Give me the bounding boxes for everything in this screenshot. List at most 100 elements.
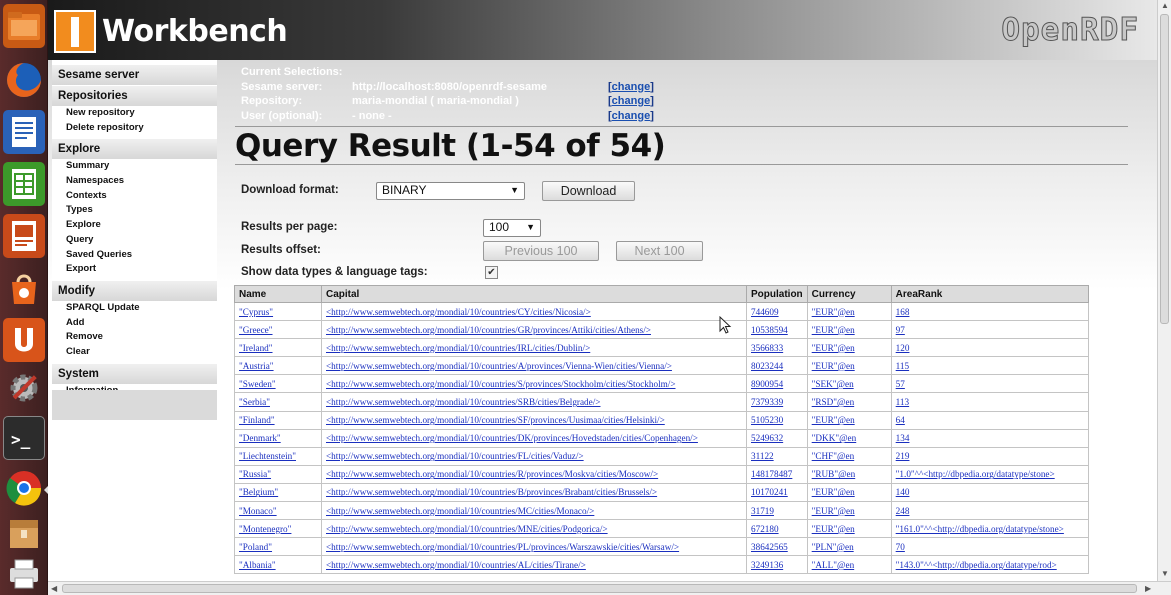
nav-item-summary[interactable]: Summary (52, 159, 217, 174)
nav-item-contexts[interactable]: Contexts (52, 189, 217, 204)
name-link[interactable]: "Albania" (239, 560, 276, 570)
scroll-up-arrow-icon[interactable]: ▲ (1161, 1, 1169, 10)
arearank-link[interactable]: "161.0"^^<http://dbpedia.org/datatype/st… (896, 524, 1064, 534)
capital-link[interactable]: <http://www.semwebtech.org/mondial/10/co… (326, 542, 679, 552)
arearank-link[interactable]: 57 (896, 379, 905, 389)
arearank-link[interactable]: 64 (896, 415, 905, 425)
name-link[interactable]: "Liechtenstein" (239, 451, 296, 461)
nav-item-export[interactable]: Export (52, 262, 217, 277)
printer-icon[interactable] (3, 556, 45, 592)
population-link[interactable]: 10170241 (751, 487, 788, 497)
population-link[interactable]: 10538594 (751, 325, 788, 335)
population-link[interactable]: 38642565 (751, 542, 788, 552)
nav-item-remove[interactable]: Remove (52, 330, 217, 345)
currency-link[interactable]: "SEK"@en (812, 379, 854, 389)
arearank-link[interactable]: 168 (896, 307, 910, 317)
name-link[interactable]: "Monaco" (239, 506, 277, 516)
column-header-currency[interactable]: Currency (806, 285, 892, 303)
name-link[interactable]: "Belgium" (239, 487, 278, 497)
arearank-link[interactable]: 70 (896, 542, 905, 552)
name-link[interactable]: "Greece" (239, 325, 273, 335)
files-icon[interactable] (3, 4, 45, 48)
nav-item-saved-queries[interactable]: Saved Queries (52, 248, 217, 263)
terminal-icon[interactable]: >_ (3, 416, 45, 460)
population-link[interactable]: 744609 (751, 307, 779, 317)
capital-link[interactable]: <http://www.semwebtech.org/mondial/10/co… (326, 487, 657, 497)
name-link[interactable]: "Serbia" (239, 397, 270, 407)
libreoffice-impress-icon[interactable] (3, 214, 45, 258)
nav-item-sparql-update[interactable]: SPARQL Update (52, 301, 217, 316)
population-link[interactable]: 8900954 (751, 379, 783, 389)
nav-item-clear[interactable]: Clear (52, 345, 217, 360)
column-header-population[interactable]: Population (746, 285, 808, 303)
scroll-down-arrow-icon[interactable]: ▼ (1161, 569, 1169, 578)
download-button[interactable]: Download (542, 181, 635, 201)
name-link[interactable]: "Montenegro" (239, 524, 291, 534)
arearank-link[interactable]: 219 (896, 451, 910, 461)
nav-item-query[interactable]: Query (52, 233, 217, 248)
population-link[interactable]: 8023244 (751, 361, 783, 371)
currency-link[interactable]: "EUR"@en (812, 506, 855, 516)
vertical-scroll-thumb[interactable] (1160, 14, 1169, 324)
show-types-checkbox[interactable]: ✔ (485, 266, 498, 279)
capital-link[interactable]: <http://www.semwebtech.org/mondial/10/co… (326, 397, 600, 407)
currency-link[interactable]: "EUR"@en (812, 415, 855, 425)
system-settings-icon[interactable] (3, 366, 45, 410)
next-page-button[interactable]: Next 100 (616, 241, 703, 261)
currency-link[interactable]: "EUR"@en (812, 325, 855, 335)
currency-link[interactable]: "EUR"@en (812, 343, 855, 353)
capital-link[interactable]: <http://www.semwebtech.org/mondial/10/co… (326, 560, 586, 570)
results-per-page-select[interactable]: 100 ▼ (483, 219, 541, 237)
horizontal-scrollbar[interactable]: ◀ ▶ (48, 581, 1171, 595)
population-link[interactable]: 5105230 (751, 415, 783, 425)
column-header-capital[interactable]: Capital (321, 285, 747, 303)
horizontal-scroll-thumb[interactable] (62, 584, 1137, 593)
previous-page-button[interactable]: Previous 100 (483, 241, 599, 261)
population-link[interactable]: 148178487 (751, 469, 792, 479)
population-link[interactable]: 3566833 (751, 343, 783, 353)
nav-item-namespaces[interactable]: Namespaces (52, 174, 217, 189)
capital-link[interactable]: <http://www.semwebtech.org/mondial/10/co… (326, 415, 665, 425)
arearank-link[interactable]: 140 (896, 487, 910, 497)
capital-link[interactable]: <http://www.semwebtech.org/mondial/10/co… (326, 325, 651, 335)
firefox-icon[interactable] (3, 58, 45, 102)
chrome-icon[interactable] (3, 466, 45, 510)
name-link[interactable]: "Ireland" (239, 343, 273, 353)
arearank-link[interactable]: 120 (896, 343, 910, 353)
population-link[interactable]: 7379339 (751, 397, 783, 407)
nav-section-sesame-server[interactable]: Sesame server (52, 65, 217, 85)
arearank-link[interactable]: 97 (896, 325, 905, 335)
population-link[interactable]: 5249632 (751, 433, 783, 443)
nav-item-types[interactable]: Types (52, 203, 217, 218)
nav-item-explore[interactable]: Explore (52, 218, 217, 233)
change-repository-link[interactable]: change (612, 95, 651, 107)
capital-link[interactable]: <http://www.semwebtech.org/mondial/10/co… (326, 506, 594, 516)
currency-link[interactable]: "EUR"@en (812, 487, 855, 497)
download-format-select[interactable]: BINARY ▼ (376, 182, 525, 200)
currency-link[interactable]: "EUR"@en (812, 307, 855, 317)
capital-link[interactable]: <http://www.semwebtech.org/mondial/10/co… (326, 361, 672, 371)
capital-link[interactable]: <http://www.semwebtech.org/mondial/10/co… (326, 379, 676, 389)
currency-link[interactable]: "RSD"@en (812, 397, 855, 407)
libreoffice-calc-icon[interactable] (3, 162, 45, 206)
name-link[interactable]: "Denmark" (239, 433, 281, 443)
capital-link[interactable]: <http://www.semwebtech.org/mondial/10/co… (326, 307, 591, 317)
capital-link[interactable]: <http://www.semwebtech.org/mondial/10/co… (326, 524, 608, 534)
arearank-link[interactable]: 134 (896, 433, 910, 443)
column-header-name[interactable]: Name (234, 285, 322, 303)
libreoffice-writer-icon[interactable] (3, 110, 45, 154)
nav-item-delete-repository[interactable]: Delete repository (52, 121, 217, 136)
nav-item-add[interactable]: Add (52, 316, 217, 331)
vertical-scrollbar[interactable]: ▲ ▼ (1157, 0, 1171, 581)
name-link[interactable]: "Sweden" (239, 379, 276, 389)
currency-link[interactable]: "EUR"@en (812, 361, 855, 371)
column-header-arearank[interactable]: AreaRank (890, 285, 1089, 303)
nav-item-new-repository[interactable]: New repository (52, 106, 217, 121)
change-server-link[interactable]: change (612, 81, 651, 93)
capital-link[interactable]: <http://www.semwebtech.org/mondial/10/co… (326, 433, 698, 443)
ubuntu-one-icon[interactable] (3, 318, 45, 362)
arearank-link[interactable]: "143.0"^^<http://dbpedia.org/datatype/ro… (896, 560, 1057, 570)
currency-link[interactable]: "RUB"@en (812, 469, 856, 479)
population-link[interactable]: 3249136 (751, 560, 783, 570)
arearank-link[interactable]: "1.0"^^<http://dbpedia.org/datatype/ston… (896, 469, 1055, 479)
